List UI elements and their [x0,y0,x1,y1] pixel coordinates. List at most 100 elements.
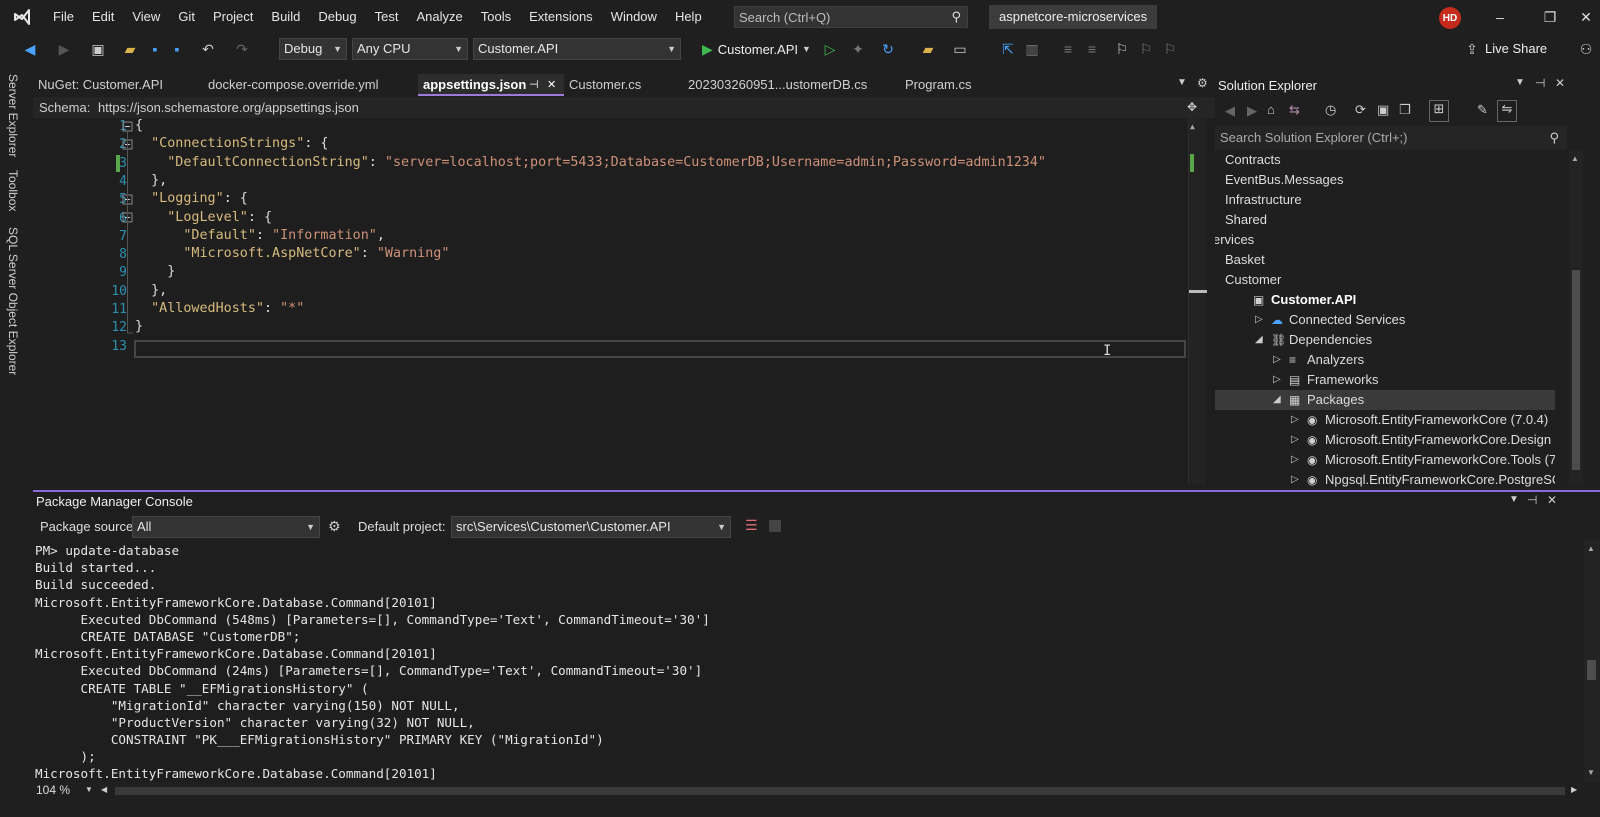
expand-arrow-icon[interactable]: ▷ [1291,430,1299,450]
tree-item[interactable]: Shared [1215,210,1555,230]
sync-icon[interactable]: ⟳ [1355,102,1366,118]
editor-vertical-scrollbar[interactable]: ▲ [1188,118,1207,484]
hot-reload-icon[interactable]: ✦ [848,39,868,59]
back-icon[interactable]: ◀ [1225,103,1235,119]
expand-arrow-icon[interactable]: ▷ [1273,370,1281,390]
collapse-all-icon[interactable]: ▣ [1377,102,1389,118]
close-icon[interactable]: ✕ [1547,493,1557,507]
menu-file[interactable]: File [44,0,83,34]
collapse-arrow-icon[interactable]: ◢ [1255,330,1263,350]
platform-select[interactable]: Any CPU ▼ [352,38,468,60]
scroll-up-icon[interactable]: ▲ [1190,122,1195,131]
close-icon[interactable]: ✕ [1555,76,1565,90]
menu-help[interactable]: Help [666,0,711,34]
visual-studio-logo-icon[interactable] [0,0,44,34]
collapse-arrow-icon[interactable]: ◢ [1273,390,1281,410]
forward-icon[interactable]: ▶ [1247,103,1257,119]
undo-icon[interactable]: ↶ [198,39,218,59]
expand-arrow-icon[interactable]: ▷ [1291,450,1299,470]
console-vertical-scrollbar[interactable]: ▲ ▼ [1584,540,1600,784]
search-input[interactable]: Search (Ctrl+Q) ⚲ [734,6,968,28]
layout-icon[interactable]: ▭ [950,39,970,59]
menu-test[interactable]: Test [366,0,408,34]
menu-debug[interactable]: Debug [309,0,365,34]
scrollbar-thumb[interactable] [1587,660,1596,680]
tree-item[interactable]: ▷ ◉ Microsoft.EntityFrameworkCore.Design (… [1215,430,1555,450]
tree-item[interactable]: ervices [1215,230,1555,250]
open-in-explorer-icon[interactable]: ▰ [918,39,938,59]
clear-console-icon[interactable]: ☰ [745,517,758,534]
horizontal-scrollbar-thumb[interactable] [115,787,1565,795]
expand-arrow-icon[interactable]: ▷ [1291,470,1299,490]
default-project-select[interactable]: src\Services\Customer\Customer.API ▼ [451,516,731,538]
stop-icon[interactable] [769,520,781,532]
next-bookmark-icon[interactable]: ⚐ [1160,39,1180,59]
restore-icon[interactable]: ❐ [1540,6,1560,28]
comment-icon[interactable]: ≡ [1058,39,1078,59]
tab-migration-customerdb-cs[interactable]: 202303260951...ustomerDB.cs [683,74,897,96]
new-project-icon[interactable]: ▣ [88,39,108,59]
settings-gear-icon[interactable]: ⚙ [328,518,341,535]
save-icon[interactable]: ▪ [145,39,165,59]
pin-icon[interactable]: ⊣ [1535,76,1545,90]
show-all-files-icon[interactable]: ❐ [1399,102,1411,118]
tree-item[interactable]: Infrastructure [1215,190,1555,210]
menu-window[interactable]: Window [602,0,666,34]
tab-program-cs[interactable]: Program.cs [900,74,1010,96]
server-explorer-tab[interactable]: Server Explorer [6,74,20,157]
filter-icon[interactable]: ⊞ [1429,100,1449,122]
select-element-icon[interactable]: ⇱ [998,39,1018,59]
live-share-button[interactable]: Live Share [1485,41,1547,56]
console-output[interactable]: PM> update-database Build started... Build… [35,542,1535,783]
wrench-icon[interactable]: ✎ [1477,102,1488,118]
tree-item[interactable]: ▷ ◉ Npgsql.EntityFrameworkCore.PostgreSQL … [1215,470,1555,490]
tree-item[interactable]: Contracts [1215,150,1555,170]
switch-views-icon[interactable]: ⇆ [1289,102,1300,118]
menu-analyze[interactable]: Analyze [407,0,471,34]
start-without-debugging-icon[interactable]: ▷ [820,39,840,59]
navigate-forward-icon[interactable]: ▶ [54,39,74,59]
navigate-back-icon[interactable]: ◀ [20,39,40,59]
tab-docker-compose-override[interactable]: docker-compose.override.yml [203,74,413,96]
solution-explorer-scrollbar[interactable]: ▲ [1569,150,1583,484]
chevron-down-icon[interactable]: ▼ [1509,494,1519,505]
tree-item[interactable]: ▷ ◉ Microsoft.EntityFrameworkCore.Tools (7… [1215,450,1555,470]
menu-extensions[interactable]: Extensions [520,0,602,34]
preview-icon[interactable]: ⇋ [1497,100,1517,122]
tree-item[interactable]: ◢ ⛓ Dependencies [1215,330,1555,350]
expand-arrow-icon[interactable]: ▷ [1273,350,1281,370]
toggle-icon[interactable]: ▥ [1022,39,1042,59]
solution-explorer-search-input[interactable]: Search Solution Explorer (Ctrl+;) ⚲ [1215,126,1567,150]
avatar[interactable]: HD [1439,7,1461,29]
account-icon[interactable]: ⚇ [1576,39,1596,59]
scroll-down-icon[interactable]: ▼ [1587,768,1595,777]
tab-appsettings-json[interactable]: appsettings.json ⊣ ✕ [418,74,564,96]
startup-project-select[interactable]: Customer.API ▼ [473,38,681,60]
tab-overflow-chevron-icon[interactable]: ▼ [1177,77,1187,88]
uncomment-icon[interactable]: ≡ [1082,39,1102,59]
home-icon[interactable]: ⌂ [1267,102,1275,117]
menu-view[interactable]: View [123,0,169,34]
pin-icon[interactable]: ⊣ [1527,493,1537,507]
tab-nuget-customer-api[interactable]: NuGet: Customer.API [33,74,197,96]
refresh-icon[interactable]: ↻ [878,39,898,59]
menu-tools[interactable]: Tools [472,0,520,34]
tree-item[interactable]: ▣ Customer.API [1215,290,1555,310]
expand-arrow-icon[interactable]: ▷ [1291,410,1299,430]
configuration-select[interactable]: Debug ▼ [279,38,347,60]
expand-arrow-icon[interactable]: ▷ [1255,310,1263,330]
minimize-icon[interactable]: – [1490,6,1510,28]
open-folder-icon[interactable]: ▰ [120,39,140,59]
sql-server-object-explorer-tab[interactable]: SQL Server Object Explorer [6,227,20,375]
menu-build[interactable]: Build [262,0,309,34]
tree-item[interactable]: ▷ ≡ Analyzers [1215,350,1555,370]
scroll-up-icon[interactable]: ▲ [1587,544,1595,553]
package-source-select[interactable]: All ▼ [132,516,320,538]
schema-url[interactable]: https://json.schemastore.org/appsettings… [98,100,359,115]
bookmark-icon[interactable]: ⚐ [1112,39,1132,59]
scroll-up-icon[interactable]: ▲ [1571,154,1579,163]
tree-item[interactable]: ▷ ◉ Microsoft.EntityFrameworkCore (7.0.4) [1215,410,1555,430]
menu-project[interactable]: Project [204,0,262,34]
toolbox-tab[interactable]: Toolbox [6,170,20,211]
tree-item[interactable]: ◢ ▦ Packages [1215,390,1555,410]
